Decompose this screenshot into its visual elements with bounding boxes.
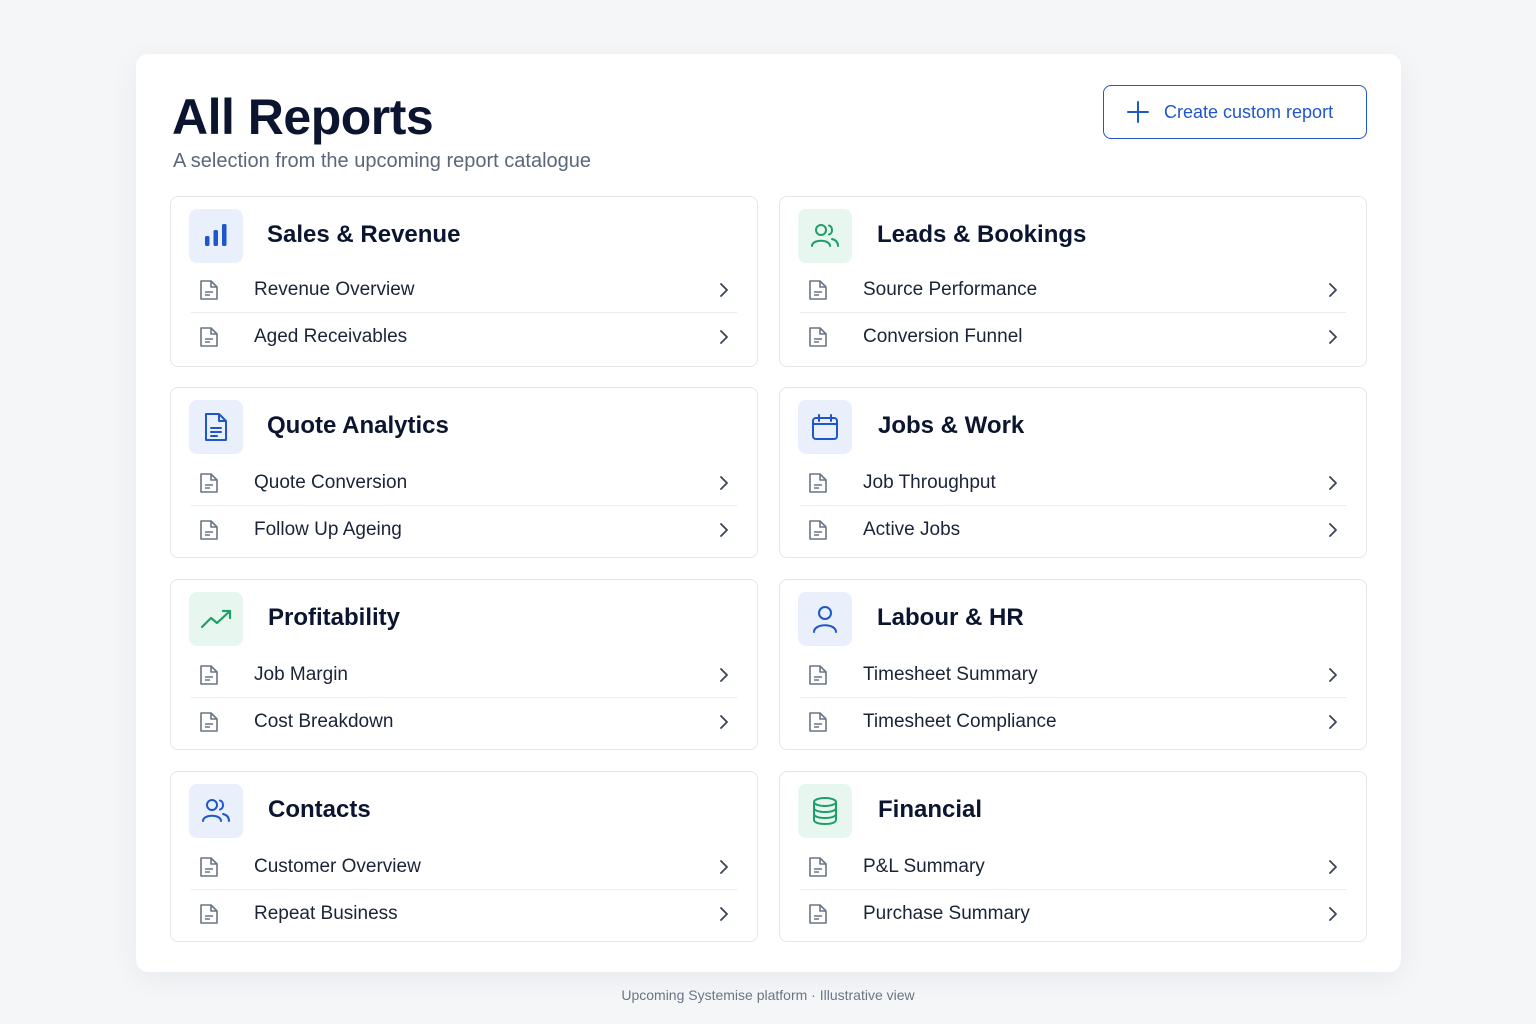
report-label: Timesheet Summary bbox=[863, 663, 1038, 685]
chevron-right-icon bbox=[720, 523, 728, 537]
report-label: Job Margin bbox=[254, 663, 348, 685]
report-label: Repeat Business bbox=[254, 903, 398, 924]
document-icon bbox=[809, 472, 827, 493]
database-icon bbox=[798, 784, 852, 838]
category-title: Labour & HR bbox=[877, 604, 1024, 631]
users-icon bbox=[798, 209, 852, 263]
category-card-labour-hr: Labour & HR Timesheet Summary Timesheet … bbox=[779, 579, 1367, 750]
document-icon bbox=[809, 520, 827, 540]
report-row[interactable]: Follow Up Ageing bbox=[191, 507, 737, 553]
report-label: Purchase Summary bbox=[863, 903, 1030, 924]
chevron-right-icon bbox=[1329, 667, 1337, 682]
document-icon bbox=[200, 856, 218, 877]
category-title: Financial bbox=[878, 796, 983, 823]
document-icon bbox=[200, 472, 218, 493]
report-row[interactable]: Job Throughput bbox=[800, 460, 1346, 506]
document-icon bbox=[809, 279, 827, 300]
chevron-right-icon bbox=[720, 667, 728, 682]
report-label: Cost Breakdown bbox=[254, 711, 394, 732]
user-icon bbox=[798, 592, 852, 646]
category-card-contacts: Contacts Customer Overview Repeat Busine… bbox=[170, 771, 758, 942]
category-card-quote-analytics: Quote Analytics Quote Conversion Follow … bbox=[170, 387, 758, 558]
report-row[interactable]: P&L Summary bbox=[800, 844, 1346, 890]
report-row[interactable]: Revenue Overview bbox=[191, 267, 737, 313]
category-card-financial: Financial P&L Summary Purchase Summary bbox=[779, 771, 1367, 942]
report-row[interactable]: Timesheet Summary bbox=[800, 652, 1346, 698]
chevron-right-icon bbox=[1329, 715, 1337, 729]
report-row[interactable]: Repeat Business bbox=[191, 891, 737, 937]
report-label: Active Jobs bbox=[863, 519, 961, 540]
report-row[interactable]: Active Jobs bbox=[800, 507, 1346, 553]
create-custom-report-button[interactable]: Create custom report bbox=[1103, 85, 1367, 139]
report-label: Source Performance bbox=[863, 278, 1038, 300]
bar-chart-icon bbox=[189, 209, 243, 263]
category-title: Quote Analytics bbox=[267, 412, 449, 439]
document-icon bbox=[809, 904, 827, 924]
calendar-icon bbox=[798, 400, 852, 454]
category-title: Contacts bbox=[268, 796, 371, 823]
document-icon bbox=[200, 520, 218, 540]
report-label: Aged Receivables bbox=[254, 326, 408, 347]
category-card-profitability: Profitability Job Margin Cost Breakdown bbox=[170, 579, 758, 750]
report-row[interactable]: Quote Conversion bbox=[191, 460, 737, 506]
category-title: Jobs & Work bbox=[878, 412, 1025, 439]
report-label: Quote Conversion bbox=[254, 471, 408, 493]
chevron-right-icon bbox=[1329, 523, 1337, 537]
document-icon bbox=[809, 664, 827, 685]
report-row[interactable]: Timesheet Compliance bbox=[800, 699, 1346, 745]
chevron-right-icon bbox=[1329, 907, 1337, 921]
category-card-jobs-work: Jobs & Work Job Throughput Active Jobs bbox=[779, 387, 1367, 558]
report-row[interactable]: Cost Breakdown bbox=[191, 699, 737, 745]
report-label: P&L Summary bbox=[863, 855, 985, 877]
document-icon bbox=[189, 400, 243, 454]
document-icon bbox=[200, 664, 218, 685]
report-row[interactable]: Job Margin bbox=[191, 652, 737, 698]
users-icon bbox=[189, 784, 243, 838]
document-icon bbox=[200, 279, 218, 300]
report-row[interactable]: Aged Receivables bbox=[191, 314, 737, 360]
reports-panel: All Reports A selection from the upcomin… bbox=[136, 54, 1401, 972]
report-label: Customer Overview bbox=[254, 855, 421, 877]
category-card-sales-revenue: Sales & Revenue Revenue Overview Aged Re… bbox=[170, 196, 758, 367]
chevron-right-icon bbox=[720, 859, 728, 874]
chevron-right-icon bbox=[1329, 475, 1337, 490]
chevron-right-icon bbox=[1329, 859, 1337, 874]
chevron-right-icon bbox=[1329, 330, 1337, 344]
document-icon bbox=[200, 712, 218, 732]
chevron-right-icon bbox=[720, 907, 728, 921]
plus-icon bbox=[1127, 101, 1149, 123]
report-label: Timesheet Compliance bbox=[863, 711, 1057, 732]
report-row[interactable]: Purchase Summary bbox=[800, 891, 1346, 937]
document-icon bbox=[809, 712, 827, 732]
report-row[interactable]: Conversion Funnel bbox=[800, 314, 1346, 360]
report-label: Job Throughput bbox=[863, 471, 996, 493]
page-subtitle: A selection from the upcoming report cat… bbox=[173, 150, 592, 172]
chevron-right-icon bbox=[720, 475, 728, 490]
page-title: All Reports bbox=[172, 89, 434, 145]
category-title: Leads & Bookings bbox=[877, 221, 1087, 248]
report-row[interactable]: Source Performance bbox=[800, 267, 1346, 313]
category-title: Sales & Revenue bbox=[267, 221, 461, 248]
category-card-leads-bookings: Leads & Bookings Source Performance Conv… bbox=[779, 196, 1367, 367]
chevron-right-icon bbox=[720, 330, 728, 344]
document-icon bbox=[200, 327, 218, 347]
chevron-right-icon bbox=[720, 715, 728, 729]
report-label: Revenue Overview bbox=[254, 278, 415, 300]
report-label: Conversion Funnel bbox=[863, 326, 1023, 347]
chevron-right-icon bbox=[720, 282, 728, 297]
report-label: Follow Up Ageing bbox=[254, 519, 402, 540]
document-icon bbox=[200, 904, 218, 924]
document-icon bbox=[809, 327, 827, 347]
document-icon bbox=[809, 856, 827, 877]
footer-caption: Upcoming Systemise platform · Illustrati… bbox=[621, 987, 915, 1003]
chevron-right-icon bbox=[1329, 282, 1337, 297]
category-title: Profitability bbox=[268, 604, 401, 631]
create-custom-report-label: Create custom report bbox=[1164, 101, 1334, 122]
report-row[interactable]: Customer Overview bbox=[191, 844, 737, 890]
trend-up-icon bbox=[189, 592, 243, 646]
